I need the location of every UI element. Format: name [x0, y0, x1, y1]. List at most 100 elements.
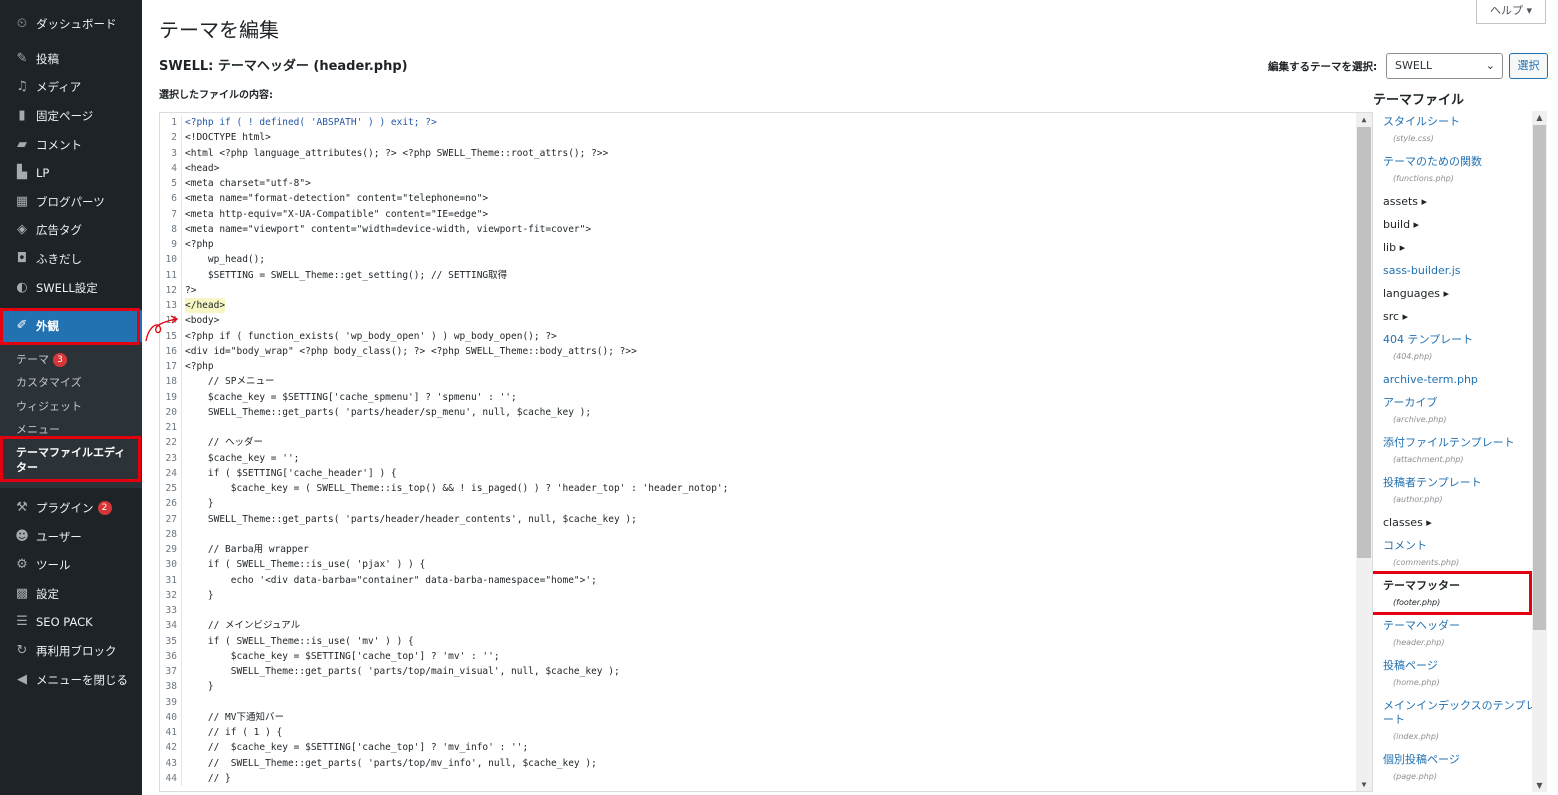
theme-file-link[interactable]: テーマヘッダー	[1383, 619, 1460, 632]
scroll-down-icon[interactable]: ▼	[1532, 781, 1547, 790]
sidebar-item-dashboard[interactable]: ⏲ ダッシュボード	[0, 10, 142, 39]
theme-folder-link[interactable]: languages ▸	[1383, 287, 1449, 300]
sidebar-item-user[interactable]: ☻ ユーザー	[0, 522, 142, 551]
sidebar-item-media[interactable]: ♫ メディア	[0, 73, 142, 102]
sidebar-item-pin[interactable]: ✎ 投稿	[0, 45, 142, 74]
sidebar-item-ad-tag[interactable]: ◈ 広告タグ	[0, 216, 142, 245]
theme-folder-link[interactable]: classes ▸	[1383, 516, 1432, 529]
theme-select[interactable]: SWELL ⌄	[1386, 53, 1503, 79]
gutter-divider	[181, 191, 182, 207]
code-line: 10 wp_head();	[160, 252, 1354, 268]
code-line-text: <meta charset="utf-8">	[185, 178, 311, 189]
theme-file-item[interactable]: 投稿者テンプレート (author.php)	[1383, 476, 1547, 507]
theme-file-link[interactable]: アーカイブ	[1383, 396, 1437, 409]
theme-file-item[interactable]: lib ▸	[1383, 241, 1547, 255]
files-scrollbar-thumb[interactable]	[1533, 125, 1546, 630]
theme-file-link[interactable]: 404 テンプレート	[1383, 333, 1473, 346]
code-line-text: }	[185, 589, 214, 601]
code-line-text: <meta name="format-detection" content="t…	[185, 193, 489, 205]
theme-file-item[interactable]: 個別投稿ページ (page.php)	[1383, 753, 1547, 784]
code-editor[interactable]: 1 <?php if ( ! defined( 'ABSPATH' ) ) exi…	[159, 112, 1373, 792]
theme-file-item[interactable]: アーカイブ (archive.php)	[1383, 396, 1547, 427]
theme-folder-link[interactable]: assets ▸	[1383, 195, 1427, 208]
select-theme-button[interactable]: 選択	[1509, 53, 1548, 79]
code-line-text: <?php if ( function_exists( 'wp_body_ope…	[185, 330, 557, 342]
theme-file-item[interactable]: classes ▸	[1383, 516, 1547, 530]
theme-file-item[interactable]: メインインデックスのテンプレート (index.php)	[1383, 699, 1547, 744]
sidebar-item-appearance[interactable]: ✐ 外観	[0, 307, 142, 345]
code-line-text: // メインビジュアル	[185, 620, 301, 632]
sidebar-item-page[interactable]: ▮ 固定ページ	[0, 102, 142, 131]
scroll-up-icon[interactable]: ▲	[1356, 115, 1372, 124]
line-number: 34	[165, 620, 177, 632]
sidebar-item-seo[interactable]: ☰ SEO PACK	[0, 608, 142, 637]
gutter-divider	[181, 359, 182, 375]
theme-file-item[interactable]: archive-term.php	[1383, 373, 1547, 387]
sidebar-item-blog-parts[interactable]: ▦ ブログパーツ	[0, 188, 142, 217]
submenu-item-theme-file-editor[interactable]: テーマファイルエディター	[0, 436, 142, 483]
code-line-text: // ヘッダー	[185, 437, 264, 449]
theme-file-link[interactable]: メインインデックスのテンプレート	[1383, 699, 1536, 726]
theme-file-link[interactable]: archive-term.php	[1383, 373, 1478, 386]
theme-file-link[interactable]: テーマのための関数	[1383, 155, 1482, 168]
code-line: 4 <head>	[160, 160, 1354, 176]
theme-file-item[interactable]: テーマフッター (footer.php)	[1373, 571, 1547, 615]
theme-file-item[interactable]: 投稿ページ (home.php)	[1383, 659, 1547, 690]
theme-file-link[interactable]: 個別投稿ページ	[1383, 753, 1460, 766]
sidebar-item-label: プラグイン	[36, 501, 94, 516]
theme-folder-link[interactable]: lib ▸	[1383, 241, 1405, 254]
theme-file-item[interactable]: 404 テンプレート (404.php)	[1383, 333, 1547, 364]
theme-file-item[interactable]: テーマヘッダー (header.php)	[1383, 619, 1547, 650]
submenu-item[interactable]: テーマ 3	[0, 348, 142, 371]
code-line-text: wp_head();	[185, 254, 266, 266]
sidebar-item-plugin[interactable]: ⚒ プラグイン 2	[0, 494, 142, 523]
gutter-divider	[181, 221, 182, 237]
sidebar-item-settings[interactable]: ▩ 設定	[0, 580, 142, 609]
line-number: 32	[165, 589, 177, 601]
gutter-divider	[181, 679, 182, 695]
gutter-divider	[181, 755, 182, 771]
theme-folder-link[interactable]: src ▸	[1383, 310, 1408, 323]
sidebar-item-lp[interactable]: ▙ LP	[0, 159, 142, 188]
theme-file-item[interactable]: languages ▸	[1383, 287, 1547, 301]
code-line-text: SWELL_Theme::get_parts( 'parts/top/main_…	[185, 666, 620, 677]
sidebar-item-collapse[interactable]: ◀ メニューを閉じる	[0, 665, 142, 694]
scroll-down-icon[interactable]: ▼	[1356, 780, 1372, 789]
theme-folder-link[interactable]: build ▸	[1383, 218, 1419, 231]
theme-file-link[interactable]: 投稿者テンプレート	[1383, 476, 1482, 489]
files-scrollbar[interactable]: ▲ ▼	[1532, 111, 1547, 792]
submenu-item[interactable]: カスタマイズ	[0, 371, 142, 394]
theme-file-link[interactable]: スタイルシート	[1383, 115, 1460, 128]
theme-file-name: (page.php)	[1393, 772, 1437, 781]
sidebar-item-comment[interactable]: ▰ コメント	[0, 130, 142, 159]
theme-file-item[interactable]: assets ▸	[1383, 195, 1547, 209]
scroll-up-icon[interactable]: ▲	[1532, 113, 1547, 122]
theme-file-item[interactable]: 添付ファイルテンプレート (attachment.php)	[1383, 436, 1547, 467]
theme-file-item[interactable]: sass-builder.js	[1383, 264, 1547, 278]
sidebar-item-balloon[interactable]: ◘ ふきだし	[0, 245, 142, 274]
sidebar-item-tools[interactable]: ⚙ ツール	[0, 551, 142, 580]
theme-file-link[interactable]: 投稿ページ	[1383, 659, 1438, 672]
theme-file-item[interactable]: コメント (comments.php)	[1383, 539, 1547, 570]
code-line: 44 // }	[160, 770, 1354, 786]
theme-file-link[interactable]: 添付ファイルテンプレート	[1383, 436, 1515, 449]
line-number: 31	[165, 574, 177, 586]
theme-file-item[interactable]: スタイルシート (style.css)	[1383, 115, 1547, 146]
line-number: 35	[165, 635, 177, 647]
theme-file-item[interactable]: build ▸	[1383, 218, 1547, 232]
sidebar-item-reusable-block[interactable]: ↻ 再利用ブロック	[0, 637, 142, 666]
theme-file-link[interactable]: sass-builder.js	[1383, 264, 1461, 277]
theme-file-item[interactable]: src ▸	[1383, 310, 1547, 324]
theme-file-item[interactable]: テーマのための関数 (functions.php)	[1383, 155, 1547, 186]
editor-scrollbar-thumb[interactable]	[1357, 127, 1371, 558]
gutter-divider	[181, 160, 182, 176]
theme-file-link[interactable]: コメント	[1383, 539, 1427, 552]
submenu-item[interactable]: ウィジェット	[0, 395, 142, 418]
line-number: 5	[171, 178, 177, 189]
help-tab-button[interactable]: ヘルプ ▾	[1476, 0, 1546, 24]
gutter-divider	[181, 709, 182, 725]
editor-scrollbar[interactable]: ▲ ▼	[1356, 113, 1372, 791]
gutter-divider	[181, 145, 182, 161]
sidebar-item-swell[interactable]: ◐ SWELL設定	[0, 273, 142, 302]
code-line: 12 ?>	[160, 282, 1354, 298]
